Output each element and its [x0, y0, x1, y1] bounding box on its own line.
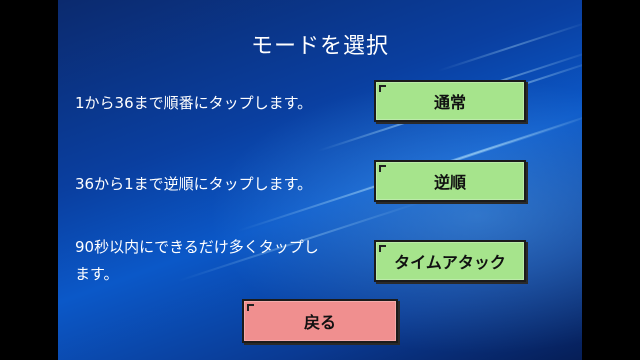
description-line: ます。: [75, 265, 119, 283]
time-attack-mode-button[interactable]: タイムアタック: [374, 240, 526, 282]
mode-description-normal: 1から36まで順番にタップします。: [75, 94, 313, 112]
reverse-mode-label: 逆順: [433, 173, 466, 192]
back-label: 戻る: [303, 313, 336, 332]
back-button[interactable]: 戻る: [242, 299, 398, 343]
mode-description-reverse: 36から1まで逆順にタップします。: [75, 175, 313, 193]
game-screen: モードを選択 1から36まで順番にタップします。 通常 36から1まで逆順にタッ…: [58, 0, 582, 360]
normal-mode-button[interactable]: 通常: [374, 80, 526, 122]
corner-mark: [379, 245, 386, 252]
corner-mark: [247, 304, 254, 311]
page-title: モードを選択: [250, 34, 389, 59]
mode-description-time-attack: 90秒以内にできるだけ多くタップし ます。: [75, 234, 319, 288]
time-attack-mode-label: タイムアタック: [394, 253, 506, 272]
reverse-mode-button[interactable]: 逆順: [374, 160, 526, 202]
corner-mark: [379, 85, 386, 92]
corner-mark: [379, 165, 386, 172]
normal-mode-label: 通常: [433, 93, 466, 112]
description-line: 90秒以内にできるだけ多くタップし: [75, 238, 319, 256]
